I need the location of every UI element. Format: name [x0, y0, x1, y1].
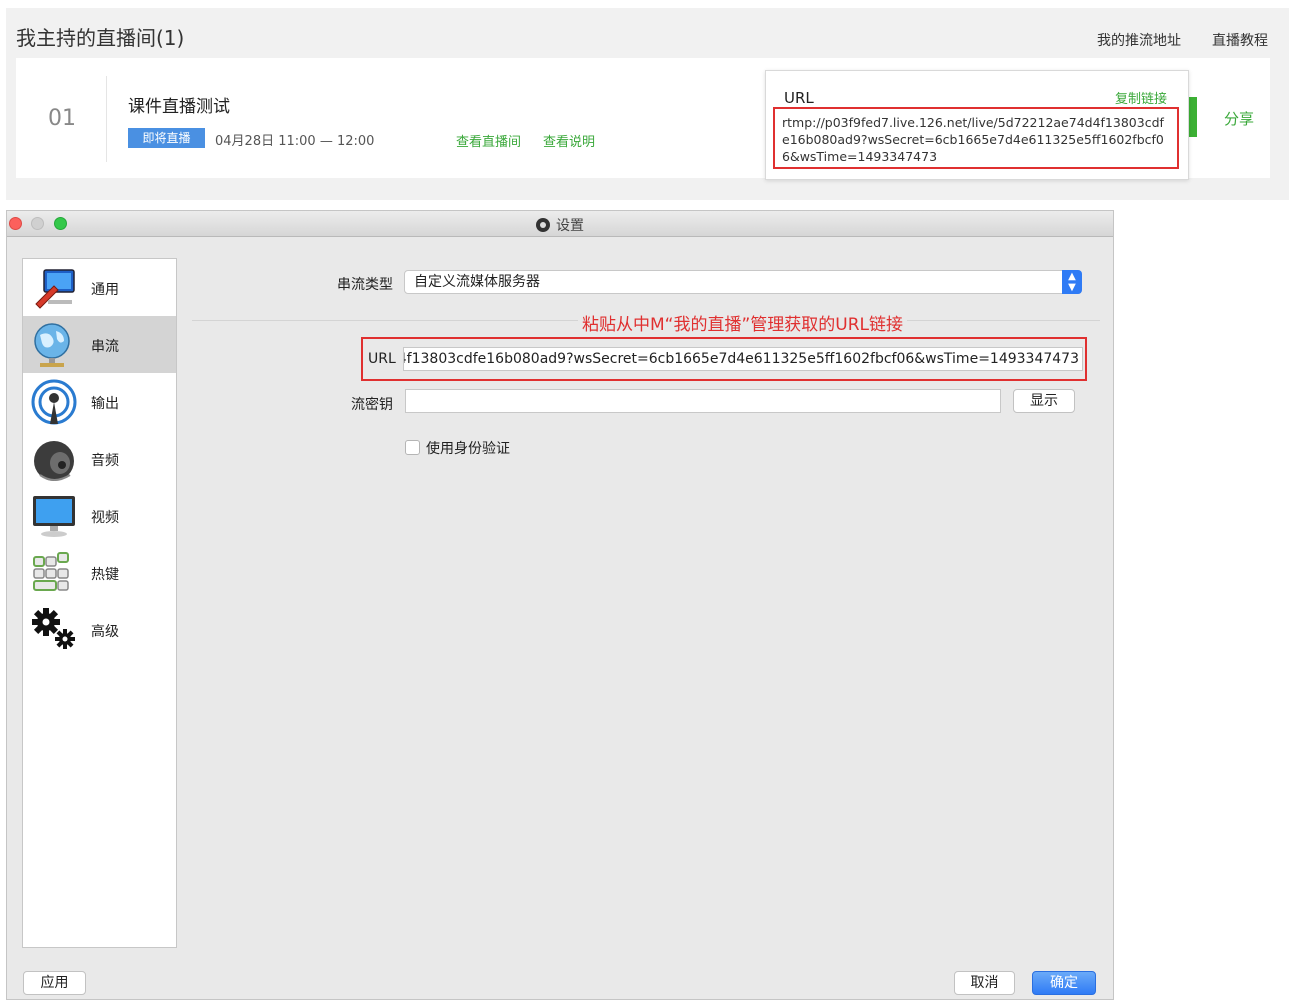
status-badge: 即将直播: [128, 128, 205, 148]
page-title: 我主持的直播间(1): [16, 26, 185, 50]
sidebar-item-video[interactable]: 视频: [23, 487, 176, 544]
push-url-text[interactable]: rtmp://p03f9fed7.live.126.net/live/5d722…: [773, 107, 1179, 169]
sidebar-item-label: 视频: [91, 510, 119, 526]
keyboard-icon: [33, 552, 69, 591]
stream-key-input[interactable]: [405, 389, 1001, 413]
chevron-up-down-icon[interactable]: ▲ ▼: [1062, 270, 1082, 294]
room-index: 01: [48, 106, 76, 131]
url-input[interactable]: rtmp://p03f9fed7.live.126.net/live/5d722…: [403, 347, 1083, 371]
sidebar-item-label: 输出: [91, 396, 119, 412]
sidebar-item-label: 热键: [91, 567, 119, 583]
annotation-hint: 粘贴从中M“我的直播”管理获取的URL链接: [578, 310, 908, 335]
sidebar-item-label: 高级: [91, 624, 119, 640]
monitor-pen-icon: [35, 269, 75, 309]
stream-key-label: 流密钥: [351, 397, 393, 413]
url-input-value: rtmp://p03f9fed7.live.126.net/live/5d722…: [403, 351, 1079, 367]
gears-icon: [32, 608, 75, 649]
live-room-panel: 我主持的直播间(1) 我的推流地址 直播教程 01 课件直播测试 即将直播 04…: [6, 8, 1289, 200]
room-name: 课件直播测试: [128, 97, 230, 117]
show-key-button[interactable]: 显示: [1013, 389, 1075, 413]
obs-logo-icon: [536, 218, 550, 232]
sidebar-item-advanced[interactable]: 高级: [23, 601, 176, 658]
room-time: 04月28日 11:00 — 12:00: [215, 134, 375, 149]
url-highlight-box: URL rtmp://p03f9fed7.live.126.net/live/5…: [361, 337, 1087, 381]
sidebar-item-hotkeys[interactable]: 热键: [23, 544, 176, 601]
share-link[interactable]: 分享: [1224, 108, 1254, 129]
sidebar-item-label: 串流: [91, 339, 119, 355]
settings-sidebar: 通用 串流 输出 音频 视频 热键 高级: [22, 258, 177, 948]
window-title: 设置: [556, 218, 584, 234]
sidebar-item-audio[interactable]: 音频: [23, 430, 176, 487]
sidebar-item-label: 音频: [91, 453, 119, 469]
use-auth-label[interactable]: 使用身份验证: [426, 438, 510, 458]
speaker-icon: [34, 441, 74, 481]
broadcast-icon: [31, 379, 77, 425]
window-title-wrap: 设置: [7, 215, 1113, 235]
view-room-link[interactable]: 查看直播间: [456, 131, 521, 150]
sidebar-item-general[interactable]: 通用: [23, 259, 176, 316]
url-popover: URL 复制链接 rtmp://p03f9fed7.live.126.net/l…: [765, 70, 1189, 180]
divider: [106, 76, 107, 162]
push-url-link[interactable]: 我的推流地址: [1097, 30, 1181, 50]
copy-link-button[interactable]: 复制链接: [1115, 88, 1167, 107]
sidebar-item-stream[interactable]: 串流: [23, 316, 176, 373]
sidebar-item-label: 通用: [91, 282, 119, 298]
ok-button[interactable]: 确定: [1032, 971, 1096, 995]
view-description-link[interactable]: 查看说明: [543, 131, 595, 150]
display-icon: [33, 496, 75, 537]
url-label: URL: [368, 351, 396, 367]
stream-type-value: 自定义流媒体服务器: [414, 274, 540, 290]
popover-url-label: URL: [784, 89, 814, 107]
tutorial-link[interactable]: 直播教程: [1212, 30, 1268, 50]
sidebar-item-output[interactable]: 输出: [23, 373, 176, 430]
stream-settings-panel: 串流类型 自定义流媒体服务器 ▲ ▼ 粘贴从中M“我的直播”管理获取的URL链接 …: [192, 258, 1102, 948]
cancel-button[interactable]: 取消: [954, 971, 1015, 995]
settings-window: 设置 通用 串流 输出 音频 视频 热键 高级 串流类型 自定义流媒体服务器 ▲…: [6, 210, 1114, 1000]
use-auth-checkbox[interactable]: [405, 440, 420, 455]
title-bar[interactable]: 设置: [7, 211, 1113, 237]
stream-type-select[interactable]: 自定义流媒体服务器 ▲ ▼: [404, 270, 1082, 294]
globe-icon: [34, 323, 70, 367]
apply-button[interactable]: 应用: [23, 971, 86, 995]
stream-type-label: 串流类型: [337, 277, 393, 293]
